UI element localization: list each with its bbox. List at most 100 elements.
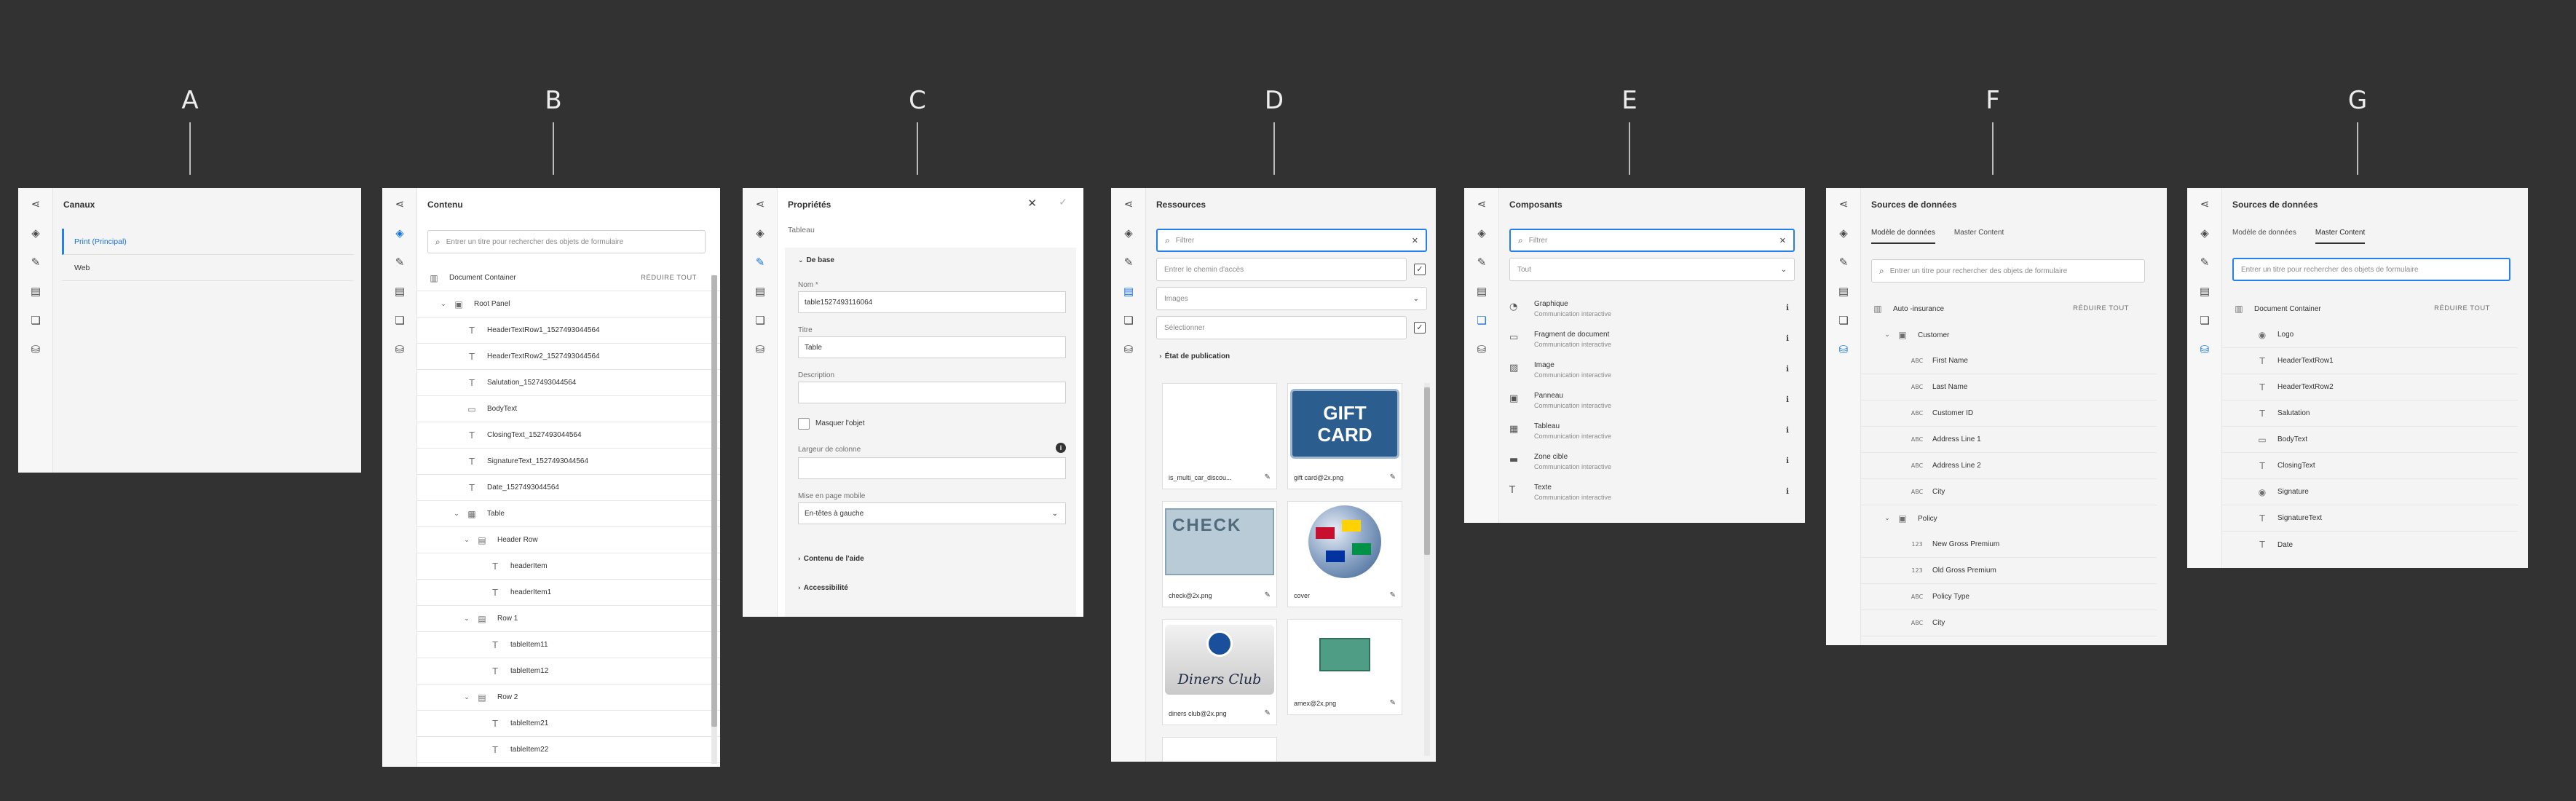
share-icon[interactable]: ⋖ bbox=[1121, 197, 1136, 211]
tree-row[interactable]: T SignatureText_1527493044564 bbox=[417, 449, 720, 475]
tree-row[interactable]: 123 New Gross Premium bbox=[1861, 532, 2157, 558]
datasource-icon[interactable]: ⛁ bbox=[1836, 342, 1851, 357]
section-accessibility-toggle[interactable]: › Accessibilité bbox=[798, 584, 848, 592]
components-icon[interactable]: ❏ bbox=[753, 313, 767, 328]
info-icon[interactable]: i bbox=[1056, 443, 1066, 453]
select-input[interactable]: Sélectionner bbox=[1156, 316, 1407, 339]
channel-item-print[interactable]: Print (Principal) bbox=[62, 229, 354, 255]
tree-row[interactable]: ▭ BodyText bbox=[417, 396, 720, 422]
tree-row[interactable]: ABC Address Line 2 bbox=[1861, 453, 2157, 479]
tree-row[interactable]: ⌄ ▤ Header Row bbox=[417, 527, 720, 553]
tree-row[interactable]: T HeaderTextRow2_1527493044564 bbox=[417, 344, 720, 370]
publish-status-toggle[interactable]: › État de publication bbox=[1159, 352, 1230, 360]
edit-icon[interactable]: ✎ bbox=[1265, 473, 1271, 481]
layers-icon[interactable]: ◈ bbox=[28, 226, 43, 240]
wrench-icon[interactable]: ✎ bbox=[2197, 255, 2212, 269]
collapse-all-button[interactable]: RÉDUIRE TOUT bbox=[2073, 304, 2129, 312]
component-item[interactable]: ▬ Zone cible Communication interactive ℹ bbox=[1499, 449, 1805, 479]
datasource-icon[interactable]: ⛁ bbox=[1474, 342, 1489, 357]
tree-row[interactable]: ABC City bbox=[1861, 479, 2157, 505]
tree-row[interactable]: T HeaderTextRow2 bbox=[2222, 374, 2518, 400]
share-icon[interactable]: ⋖ bbox=[28, 197, 43, 211]
assets-icon[interactable]: ▤ bbox=[1474, 284, 1489, 299]
datasource-icon[interactable]: ⛁ bbox=[753, 342, 767, 357]
title-field[interactable]: Table bbox=[798, 336, 1066, 358]
search-input[interactable]: ⌕ Entrer un titre pour rechercher des ob… bbox=[427, 230, 706, 253]
check-icon[interactable]: ✓ bbox=[1059, 197, 1067, 208]
tree-row[interactable]: TtableItem21 bbox=[417, 711, 720, 737]
tree-row[interactable]: T ClosingText bbox=[2222, 453, 2518, 479]
path-checkbox[interactable]: ✓ bbox=[1414, 264, 1426, 275]
scrollbar-thumb[interactable] bbox=[711, 275, 717, 727]
wrench-icon[interactable]: ✎ bbox=[28, 255, 43, 269]
component-item[interactable]: ▭ Fragment de document Communication int… bbox=[1499, 326, 1805, 357]
tree-row[interactable]: TtableItem12 bbox=[417, 658, 720, 684]
wrench-icon[interactable]: ✎ bbox=[753, 255, 767, 269]
search-input[interactable]: ⌕ Entrer un titre pour rechercher des ob… bbox=[1871, 259, 2145, 283]
scrollbar[interactable] bbox=[711, 275, 717, 764]
asset-tile[interactable]: CHECK check@2x.png ✎ bbox=[1162, 501, 1277, 607]
tree-row[interactable]: ABC Address Line 1 bbox=[1861, 427, 2157, 453]
description-field[interactable] bbox=[798, 382, 1066, 403]
assets-icon[interactable]: ▤ bbox=[2197, 284, 2212, 299]
share-icon[interactable]: ⋖ bbox=[2197, 197, 2212, 211]
components-icon[interactable]: ❏ bbox=[28, 313, 43, 328]
share-icon[interactable]: ⋖ bbox=[1836, 197, 1851, 211]
asset-tile[interactable]: amex@2x.png ✎ bbox=[1287, 619, 1402, 715]
tree-row[interactable]: ⌄ ▤ Row 2 bbox=[417, 684, 720, 711]
clear-icon[interactable]: ✕ bbox=[1779, 236, 1786, 245]
path-input[interactable]: Entrer le chemin d'accès bbox=[1156, 258, 1407, 281]
share-icon[interactable]: ⋖ bbox=[753, 197, 767, 211]
asset-tile[interactable]: Diners Club diners club@2x.png ✎ bbox=[1162, 619, 1277, 725]
tree-row[interactable]: T ClosingText_1527493044564 bbox=[417, 422, 720, 449]
info-icon[interactable]: ℹ bbox=[1786, 456, 1789, 465]
components-icon[interactable]: ❏ bbox=[1121, 313, 1136, 328]
components-icon[interactable]: ❏ bbox=[392, 313, 407, 328]
chevron-down-icon[interactable]: ⌄ bbox=[462, 694, 471, 701]
component-item[interactable]: ▦ Tableau Communication interactive ℹ bbox=[1499, 418, 1805, 449]
tree-row[interactable]: ◉ Logo bbox=[2222, 322, 2518, 348]
share-icon[interactable]: ⋖ bbox=[392, 197, 407, 211]
channel-item-web[interactable]: Web bbox=[62, 255, 354, 281]
column-width-field[interactable] bbox=[798, 457, 1066, 479]
chevron-down-icon[interactable]: ⌄ bbox=[462, 537, 471, 544]
tree-row[interactable]: ◉ Signature bbox=[2222, 479, 2518, 505]
tree-row[interactable]: ⌄ ▣ Policy bbox=[1861, 505, 2167, 532]
component-item[interactable]: ▣ Panneau Communication interactive ℹ bbox=[1499, 387, 1805, 418]
component-item[interactable]: T Texte Communication interactive ℹ bbox=[1499, 479, 1805, 510]
tree-row[interactable]: T Salutation bbox=[2222, 400, 2518, 427]
filter-input[interactable]: ⌕ Filtrer ✕ bbox=[1509, 229, 1795, 252]
assets-icon[interactable]: ▤ bbox=[1836, 284, 1851, 299]
assets-icon[interactable]: ▤ bbox=[1121, 284, 1136, 299]
close-icon[interactable]: ✕ bbox=[1027, 197, 1037, 210]
datasource-icon[interactable]: ⛁ bbox=[2197, 342, 2212, 357]
tree-row[interactable]: TheaderItem bbox=[417, 553, 720, 580]
component-item[interactable]: ▨ Image Communication interactive ℹ bbox=[1499, 357, 1805, 387]
wrench-icon[interactable]: ✎ bbox=[392, 255, 407, 269]
share-icon[interactable]: ⋖ bbox=[1474, 197, 1489, 211]
asset-tile[interactable]: is_multi_car_discou... ✎ bbox=[1162, 383, 1277, 489]
tab-data-model[interactable]: Modèle de données bbox=[2232, 229, 2296, 244]
info-icon[interactable]: ℹ bbox=[1786, 303, 1789, 312]
edit-icon[interactable]: ✎ bbox=[1390, 591, 1396, 599]
edit-icon[interactable]: ✎ bbox=[1390, 473, 1396, 481]
tree-row[interactable]: TheaderItem1 bbox=[417, 580, 720, 606]
layers-icon[interactable]: ◈ bbox=[392, 226, 407, 240]
layers-icon[interactable]: ◈ bbox=[1121, 226, 1136, 240]
tree-row[interactable]: T Date bbox=[2222, 532, 2518, 558]
type-select[interactable]: Images ⌄ bbox=[1156, 287, 1427, 310]
scrollbar[interactable] bbox=[1424, 383, 1430, 756]
select-checkbox[interactable]: ✓ bbox=[1414, 322, 1426, 334]
datasource-icon[interactable]: ⛁ bbox=[392, 342, 407, 357]
asset-tile[interactable]: GIFT CARD gift card@2x.png ✎ bbox=[1287, 383, 1402, 489]
assets-icon[interactable]: ▤ bbox=[392, 284, 407, 299]
assets-icon[interactable]: ▤ bbox=[753, 284, 767, 299]
tree-row[interactable]: T HeaderTextRow1_1527493044564 bbox=[417, 317, 720, 344]
asset-tile[interactable] bbox=[1162, 737, 1277, 762]
tree-row[interactable]: ABC Customer ID bbox=[1861, 400, 2157, 427]
layers-icon[interactable]: ◈ bbox=[753, 226, 767, 240]
chevron-down-icon[interactable]: ⌄ bbox=[1883, 515, 1892, 522]
asset-tile[interactable]: cover ✎ bbox=[1287, 501, 1402, 607]
mobile-layout-select[interactable]: En-têtes à gauche ⌄ bbox=[798, 502, 1066, 524]
tab-master-content[interactable]: Master Content bbox=[2315, 229, 2366, 244]
